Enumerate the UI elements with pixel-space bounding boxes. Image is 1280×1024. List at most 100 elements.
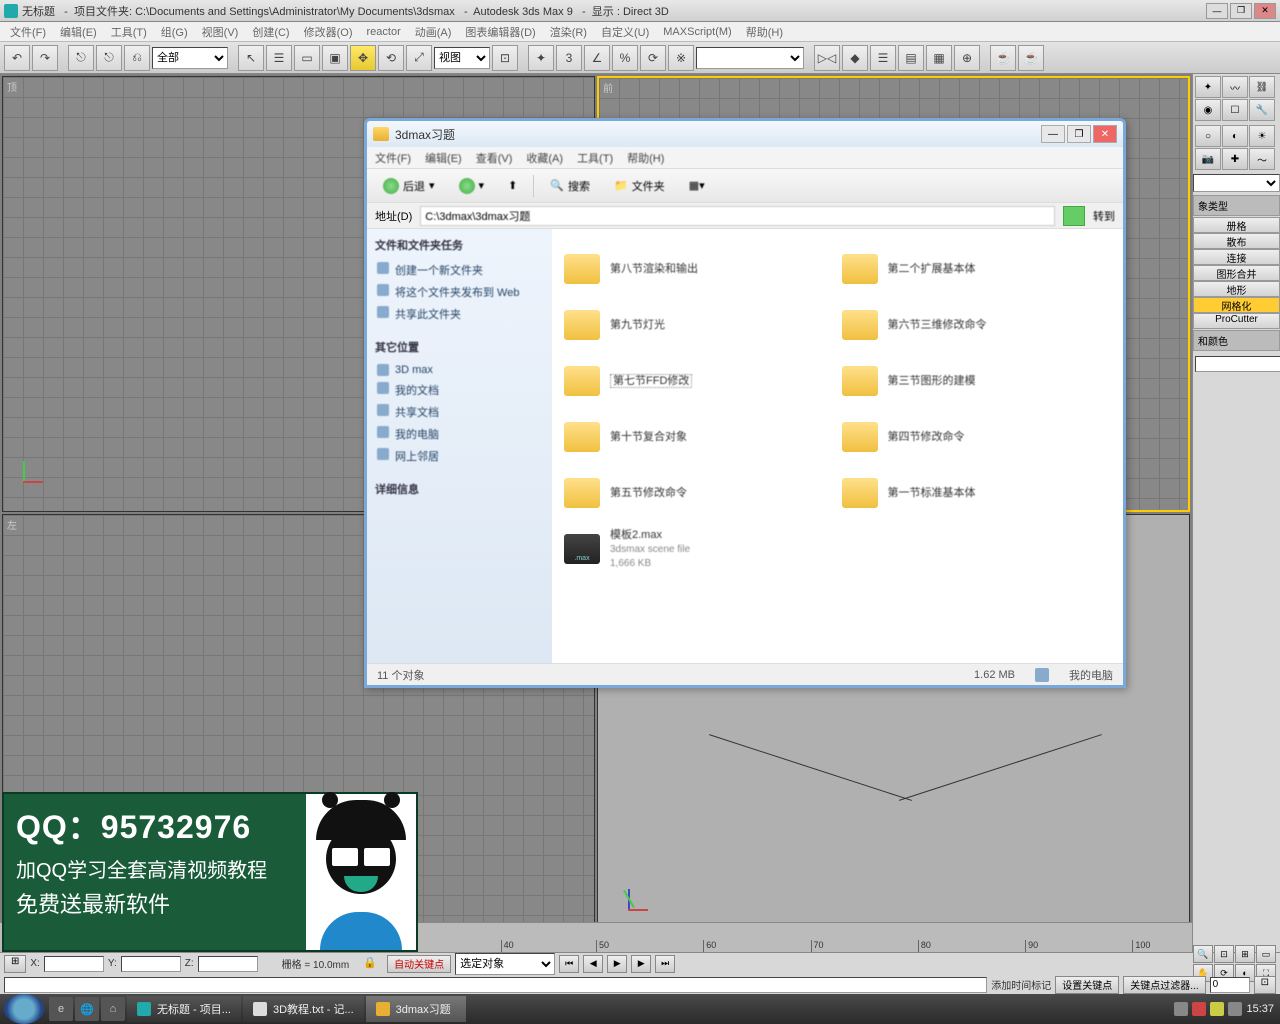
file-item[interactable]: 第九节灯光 [560,297,838,353]
menu-render[interactable]: 渲染(R) [546,22,591,42]
snap-angle-button[interactable]: ∠ [584,45,610,71]
go-button[interactable] [1063,206,1085,226]
folders-button[interactable]: 📁文件夹 [606,175,673,197]
cat-scatter[interactable]: 散布 [1193,233,1280,249]
cat-shapemerge[interactable]: 图形合并 [1193,265,1280,281]
task-explorer[interactable]: 3dmax习题 [366,996,466,1022]
snap-percent-button[interactable]: % [612,45,638,71]
place-mycomputer[interactable]: 我的电脑 [375,423,544,445]
spinner-snap-button[interactable]: ⟳ [640,45,666,71]
object-name-input[interactable] [1195,356,1280,372]
file-item[interactable]: 第三节图形的建模 [838,353,1116,409]
exp-menu-edit[interactable]: 编辑(E) [425,150,462,166]
redo-button[interactable]: ↷ [32,45,58,71]
maximize-button[interactable]: ❐ [1230,3,1252,19]
file-item[interactable]: 第一节标准基本体 [838,465,1116,521]
explorer-minimize-button[interactable]: — [1041,125,1065,143]
file-item[interactable]: .max模板2.max3dsmax scene file1,666 KB [560,521,838,577]
next-frame-button[interactable]: ▶ [631,955,651,973]
manipulate-button[interactable]: ✦ [528,45,554,71]
zoom-all-button[interactable]: ⊡ [1214,945,1234,963]
place-network[interactable]: 网上邻居 [375,445,544,467]
file-item[interactable]: 第二个扩展基本体 [838,241,1116,297]
bind-button[interactable]: ⎌ [124,45,150,71]
forward-button[interactable]: ▾ [451,175,493,197]
cat-mesher[interactable]: 网格化 [1193,297,1280,313]
file-item[interactable]: 第八节渲染和输出 [560,241,838,297]
tray-icon[interactable] [1228,1002,1242,1016]
current-frame-input[interactable] [1210,977,1250,993]
views-button[interactable]: ▦▾ [681,175,713,197]
menu-graph[interactable]: 图表编辑器(D) [461,22,539,42]
schematic-button[interactable]: ▦ [926,45,952,71]
material-button[interactable]: ⊕ [954,45,980,71]
category-dropdown[interactable] [1193,174,1280,192]
lights-icon[interactable]: ☀ [1249,125,1275,147]
place-shared[interactable]: 共享文档 [375,401,544,423]
rollout-objtype[interactable]: 象类型 [1193,195,1280,216]
file-item[interactable]: 第五节修改命令 [560,465,838,521]
task-newfolder[interactable]: 创建一个新文件夹 [375,259,544,281]
create-tab[interactable]: ✦ [1195,76,1221,98]
cat-procutter[interactable]: ProCutter [1193,313,1280,329]
utilities-tab[interactable]: 🔧 [1249,99,1275,121]
place-3dmax[interactable]: 3D max [375,361,544,379]
exp-menu-help[interactable]: 帮助(H) [627,150,664,166]
quick-render-button[interactable]: ☕ [1018,45,1044,71]
move-button[interactable]: ✥ [350,45,376,71]
ql-globe[interactable]: 🌐 [75,997,99,1021]
toggle-key-button[interactable]: ⊞ [4,955,26,973]
explorer-maximize-button[interactable]: ❐ [1067,125,1091,143]
back-button[interactable]: 后退 ▾ [375,175,443,197]
zoom-extents-button[interactable]: ⊞ [1235,945,1255,963]
z-input[interactable] [198,956,258,972]
key-target-select[interactable]: 选定对象 [455,953,555,975]
helpers-icon[interactable]: ✚ [1222,148,1248,170]
curve-editor-button[interactable]: ▤ [898,45,924,71]
selection-filter[interactable]: 全部 [152,47,228,69]
file-item[interactable]: 第六节三维修改命令 [838,297,1116,353]
scale-button[interactable]: ⤢ [406,45,432,71]
spacewarps-icon[interactable]: 〜 [1249,148,1275,170]
tray-icon[interactable] [1174,1002,1188,1016]
system-tray[interactable]: 15:37 [1168,1002,1280,1016]
menu-customize[interactable]: 自定义(U) [597,22,653,42]
ql-desktop[interactable]: ⌂ [101,997,125,1021]
ql-ie[interactable]: e [49,997,73,1021]
geometry-icon[interactable]: ○ [1195,125,1221,147]
mirror-button[interactable]: ▷◁ [814,45,840,71]
zoom-region-button[interactable]: ▭ [1256,945,1276,963]
y-input[interactable] [121,956,181,972]
cat-grid[interactable]: 册格 [1193,217,1280,233]
zoom-button[interactable]: 🔍 [1193,945,1213,963]
pivot-button[interactable]: ⊡ [492,45,518,71]
explorer-titlebar[interactable]: 3dmax习题 — ❐ ✕ [367,121,1123,147]
menu-modifiers[interactable]: 修改器(O) [300,22,357,42]
cat-connect[interactable]: 连接 [1193,249,1280,265]
select-region-button[interactable]: ▭ [294,45,320,71]
exp-menu-view[interactable]: 查看(V) [476,150,513,166]
menu-maxscript[interactable]: MAXScript(M) [659,24,735,40]
select-button[interactable]: ↖ [238,45,264,71]
task-share[interactable]: 共享此文件夹 [375,303,544,325]
play-button[interactable]: ▶ [607,955,627,973]
named-selection-set[interactable] [696,47,804,69]
exp-menu-fav[interactable]: 收藏(A) [526,150,563,166]
select-name-button[interactable]: ☰ [266,45,292,71]
unlink-button[interactable]: ⎋ [96,45,122,71]
exp-menu-file[interactable]: 文件(F) [375,150,411,166]
menu-file[interactable]: 文件(F) [6,22,50,42]
up-button[interactable]: ⬆ [500,175,525,197]
named-selection-button[interactable]: ※ [668,45,694,71]
shapes-icon[interactable]: ◐ [1222,125,1248,147]
file-item[interactable]: 第七节FFD修改 [560,353,838,409]
prev-frame-button[interactable]: ◀ [583,955,603,973]
link-button[interactable]: ⎋ [68,45,94,71]
start-button[interactable] [4,994,44,1024]
rollout-namecolor[interactable]: 和颜色 [1193,330,1280,351]
cat-terrain[interactable]: 地形 [1193,281,1280,297]
undo-button[interactable]: ↶ [4,45,30,71]
files-pane[interactable]: 第八节渲染和输出 第二个扩展基本体 第九节灯光 第六节三维修改命令 第七节FFD… [552,229,1123,663]
explorer-close-button[interactable]: ✕ [1093,125,1117,143]
tray-icon[interactable] [1210,1002,1224,1016]
